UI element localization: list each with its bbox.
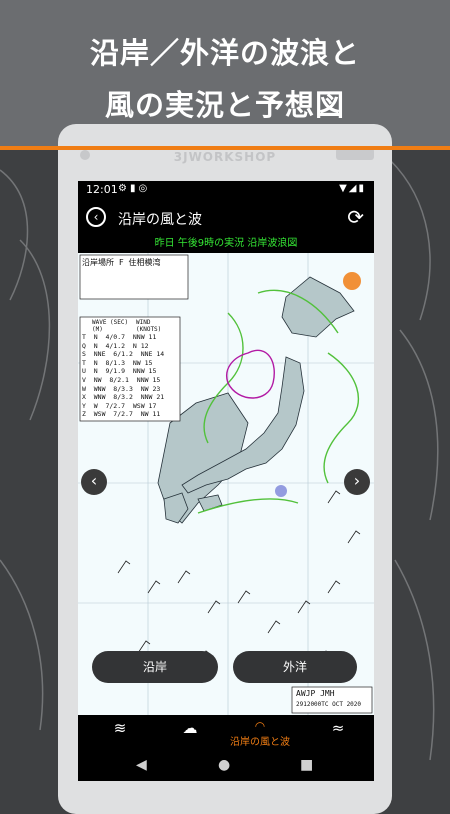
station-row: Y W 7/2.7 WSW 17 xyxy=(82,401,157,410)
system-navigation: ◀ ● ■ xyxy=(78,751,374,781)
station-row: T N 4/0.7 NNW 11 xyxy=(82,333,157,341)
nav-active-label: 沿岸の風と波 xyxy=(230,737,290,748)
station-table-title: 沿岸場所 F 住相模湾 xyxy=(82,258,161,267)
wave-map[interactable]: 沿岸場所 F 住相模湾 WAVE (SEC)(M) WIND (KNOTS) T… xyxy=(78,253,374,715)
status-time: 12:01 xyxy=(86,183,118,196)
offshore-button[interactable]: 外洋 xyxy=(233,651,357,683)
station-row: S NNE 6/1.2 NNE 14 xyxy=(82,350,165,359)
promo-headline-line1: 沿岸／外洋の波浪と xyxy=(89,36,360,70)
station-row: V NW 8/2.1 NNW 15 xyxy=(82,376,161,384)
bottom-navigation: ≋ ☁ ◠ 沿岸の風と波 ≈ xyxy=(78,715,374,751)
chevron-left-icon: ‹ xyxy=(93,210,99,224)
chart-timestamp: 2912000TC OCT 2020 xyxy=(296,701,362,708)
chevron-right-icon: › xyxy=(353,471,361,490)
back-button[interactable]: ‹ xyxy=(86,207,106,227)
chart-caption: 昨日 午後9時の実況 沿岸波浪図 xyxy=(154,238,298,249)
table-head-wave: WAVE (SEC)(M) xyxy=(92,319,129,333)
weather-map-icon: ≋ xyxy=(113,719,127,737)
refresh-icon: ⟳ xyxy=(347,205,364,229)
station-row: X WNW 8/3.2 NNW 21 xyxy=(82,393,165,402)
gear-icon: ⚙ xyxy=(118,183,130,194)
station-row: Q N 4/1.2 N 12 xyxy=(82,341,149,350)
home-circle-icon[interactable]: ● xyxy=(218,757,230,773)
battery-icon: ▮ xyxy=(358,183,366,194)
app-bar: ‹ 沿岸の風と波 ⟳ xyxy=(78,199,374,237)
back-triangle-icon[interactable]: ◀ xyxy=(136,757,147,773)
at-icon: ◎ xyxy=(138,183,151,194)
phone-screen: 12:01 ⚙▮◎ ▼◢▮ ‹ 沿岸の風と波 ⟳ 昨日 午後9時の実況 沿岸波浪… xyxy=(78,181,374,781)
chart-code: AWJP JMH xyxy=(296,689,335,698)
chevron-left-icon: ‹ xyxy=(90,471,98,490)
nav-weather-map[interactable]: ≋ xyxy=(100,719,140,749)
table-head-wind: WIND (KNOTS) xyxy=(136,319,162,333)
next-chart-button[interactable]: › xyxy=(344,469,370,495)
recents-square-icon[interactable]: ■ xyxy=(300,757,313,773)
promo-accent-bar xyxy=(0,146,450,150)
station-row: U N 9/1.9 NNW 15 xyxy=(82,367,157,376)
coastal-wave-icon: ◠ xyxy=(254,719,266,733)
station-row: Z WSW 7/2.7 NW 11 xyxy=(82,410,161,419)
sun-cloud-icon: ☁ xyxy=(182,719,198,737)
refresh-button[interactable]: ⟳ xyxy=(347,205,364,229)
station-row: W WNW 8/3.3 NW 23 xyxy=(82,384,161,393)
nav-forecast[interactable]: ☁ xyxy=(170,719,210,749)
previous-chart-button[interactable]: ‹ xyxy=(81,469,107,495)
app-title: 沿岸の風と波 xyxy=(118,212,202,228)
ocean-wave-icon: ≈ xyxy=(331,719,345,737)
wifi-icon: ▼ xyxy=(339,183,349,194)
coastal-button[interactable]: 沿岸 xyxy=(92,651,218,683)
status-bar: 12:01 ⚙▮◎ ▼◢▮ xyxy=(78,181,374,199)
station-row: T N 8/1.3 NW 15 xyxy=(82,358,153,367)
promo-headline-line2: 風の実況と予想図 xyxy=(104,88,345,122)
nav-ocean-wave[interactable]: ≈ xyxy=(318,719,358,749)
nav-coastal-wind-wave[interactable]: ◠ 沿岸の風と波 xyxy=(220,719,300,749)
